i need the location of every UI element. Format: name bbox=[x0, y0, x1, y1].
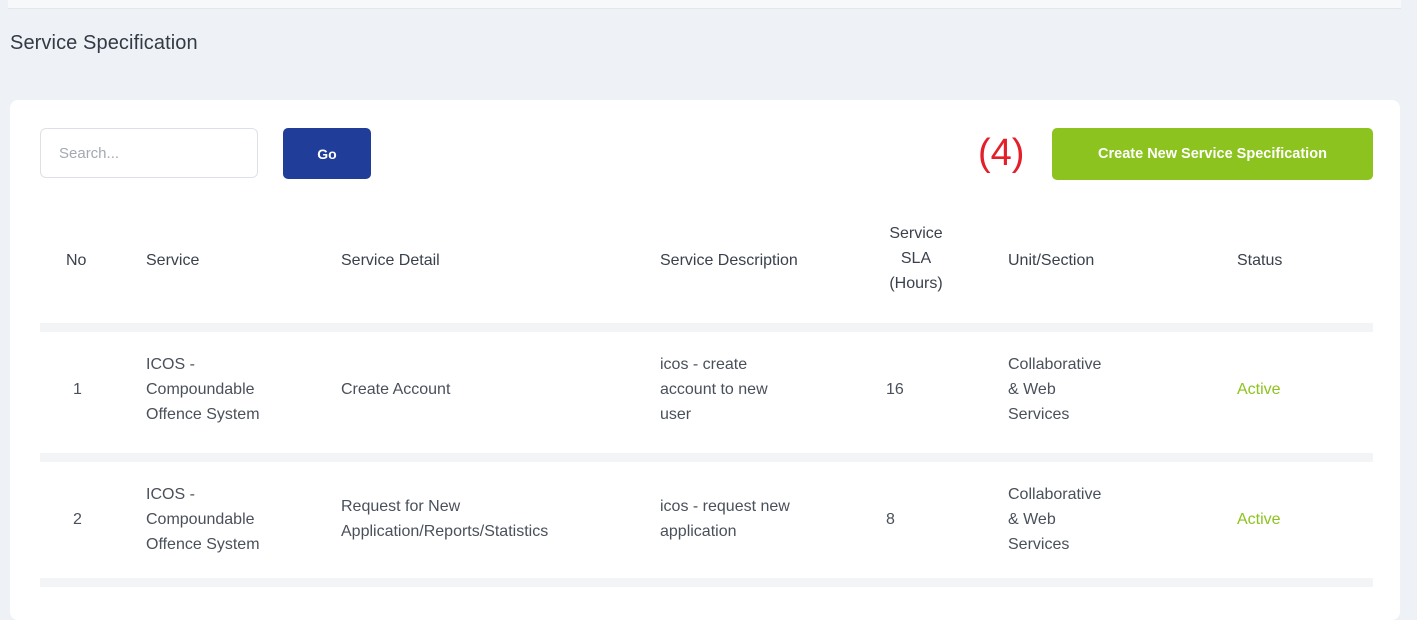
page-title: Service Specification bbox=[10, 32, 198, 54]
cell-unit-section: Collaborative & Web Services bbox=[1008, 356, 1102, 423]
cell-no: 2 bbox=[73, 511, 82, 528]
row-divider bbox=[40, 453, 1373, 462]
status-badge: Active bbox=[1237, 381, 1281, 398]
cell-unit-section: Collaborative & Web Services bbox=[1008, 486, 1102, 553]
header-service: Service bbox=[146, 252, 200, 269]
header-no: No bbox=[66, 252, 87, 269]
row-divider bbox=[40, 323, 1373, 332]
cell-sla: 8 bbox=[886, 511, 895, 528]
row-divider bbox=[40, 578, 1373, 587]
cell-service-description: icos - create account to new user bbox=[660, 356, 768, 423]
header-service-detail: Service Detail bbox=[341, 252, 440, 269]
go-button[interactable]: Go bbox=[283, 128, 371, 179]
header-status: Status bbox=[1237, 252, 1283, 269]
cell-service: ICOS - Compoundable Offence System bbox=[146, 356, 260, 423]
cell-no: 1 bbox=[73, 381, 82, 398]
create-new-service-spec-button[interactable]: Create New Service Specification bbox=[1052, 128, 1373, 180]
cell-service: ICOS - Compoundable Offence System bbox=[146, 486, 260, 553]
service-spec-card: Go (4) Create New Service Specification … bbox=[10, 100, 1400, 620]
cell-service-description: icos - request new application bbox=[660, 498, 790, 540]
header-service-description: Service Description bbox=[660, 252, 798, 269]
search-input[interactable] bbox=[40, 128, 258, 178]
cell-service-detail: Request for New Application/Reports/Stat… bbox=[341, 498, 549, 540]
top-strip bbox=[8, 0, 1401, 9]
cell-sla: 16 bbox=[886, 381, 904, 398]
cell-service-detail: Create Account bbox=[341, 381, 451, 398]
status-badge: Active bbox=[1237, 511, 1281, 528]
annotation-marker: (4) bbox=[978, 132, 1025, 174]
header-service-sla: Service SLA (Hours) bbox=[889, 225, 943, 292]
header-unit-section: Unit/Section bbox=[1008, 252, 1095, 269]
